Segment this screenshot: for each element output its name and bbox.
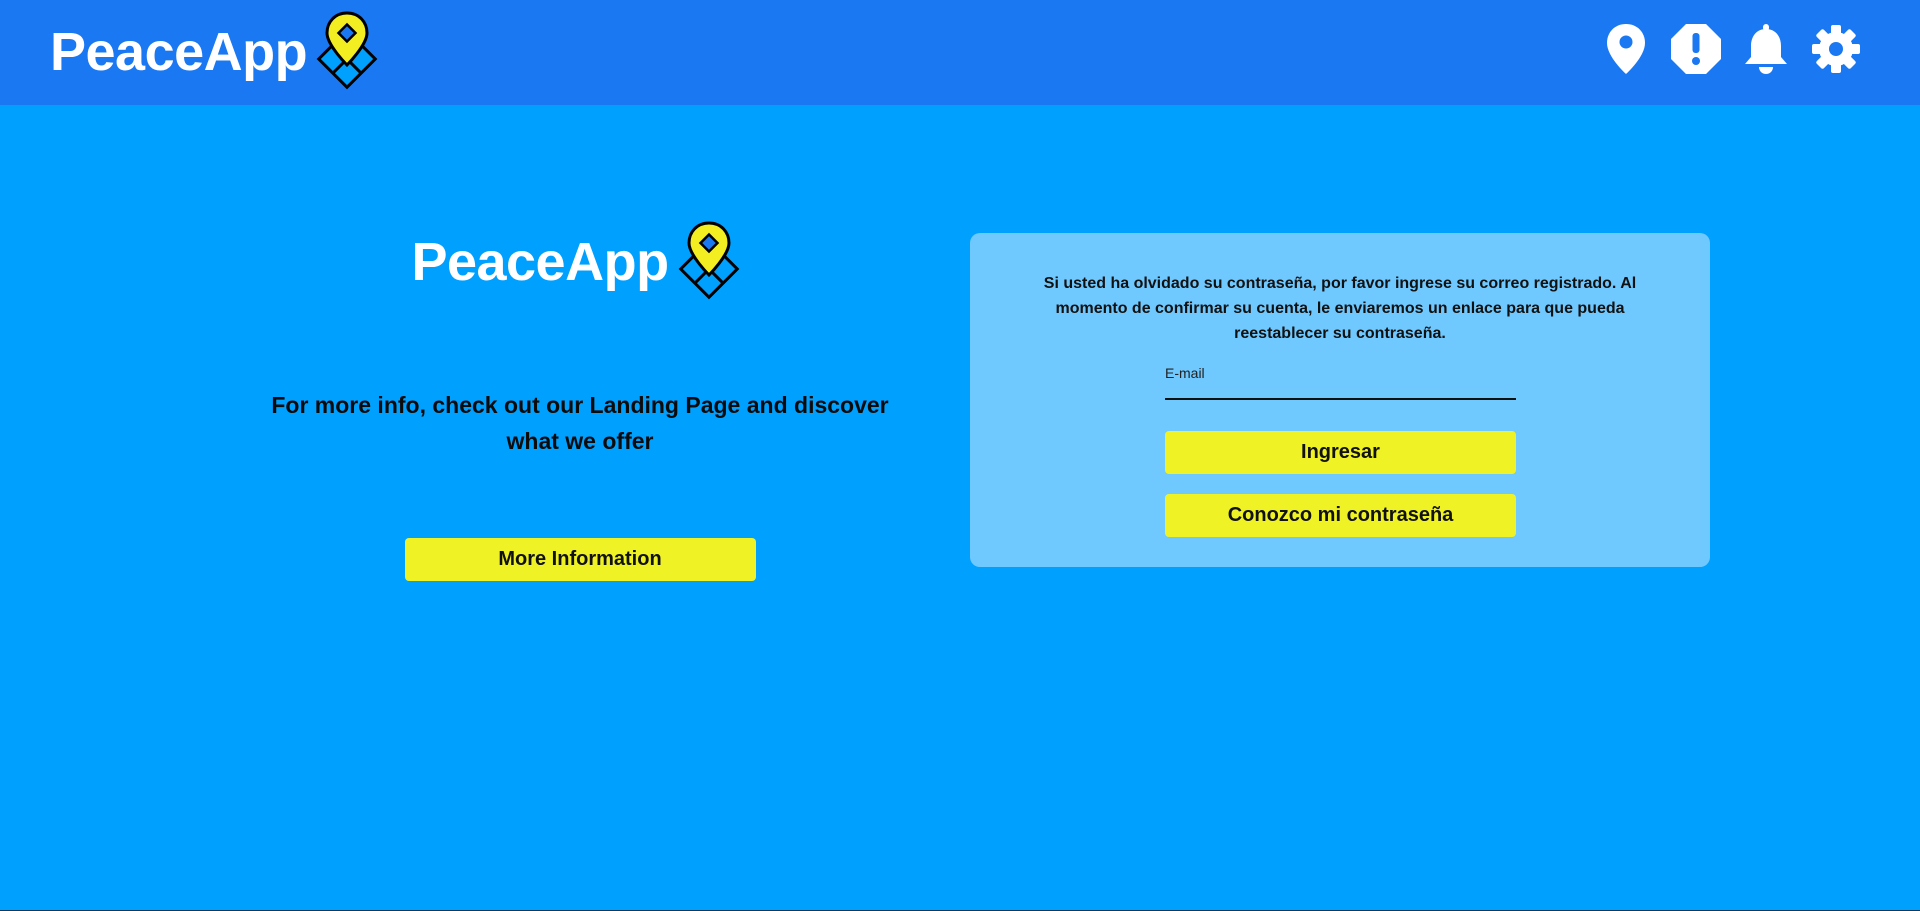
header-brand-name: PeaceApp xyxy=(50,22,308,82)
hero-brand: PeaceApp xyxy=(270,217,890,307)
landing-info-text: For more info, check out our Landing Pag… xyxy=(271,392,889,454)
peaceapp-logo-icon xyxy=(316,11,378,90)
more-information-button[interactable]: More Information xyxy=(404,538,756,581)
bell-icon[interactable] xyxy=(1740,22,1792,76)
email-field[interactable] xyxy=(1165,360,1516,398)
know-password-button[interactable]: Conozco mi contraseña xyxy=(1165,494,1516,537)
password-recovery-card: Si usted ha olvidado su contraseña, por … xyxy=(970,233,1710,567)
info-panel: PeaceApp For more info, check out our La… xyxy=(270,217,890,581)
top-nav-bar: PeaceApp xyxy=(0,0,1920,105)
header-icon-group xyxy=(1600,22,1862,76)
submit-button[interactable]: Ingresar xyxy=(1165,431,1516,474)
peaceapp-logo-icon xyxy=(678,221,739,300)
hero-brand-name: PeaceApp xyxy=(411,232,669,292)
recovery-instructions: Si usted ha olvidado su contraseña, por … xyxy=(1043,275,1637,342)
email-field-wrapper xyxy=(1165,360,1516,400)
alert-octagon-icon[interactable] xyxy=(1670,22,1722,76)
location-pin-icon[interactable] xyxy=(1600,22,1652,76)
main-content: PeaceApp For more info, check out our La… xyxy=(0,105,1920,911)
gear-icon[interactable] xyxy=(1810,22,1862,76)
header-brand[interactable]: PeaceApp xyxy=(50,11,387,92)
